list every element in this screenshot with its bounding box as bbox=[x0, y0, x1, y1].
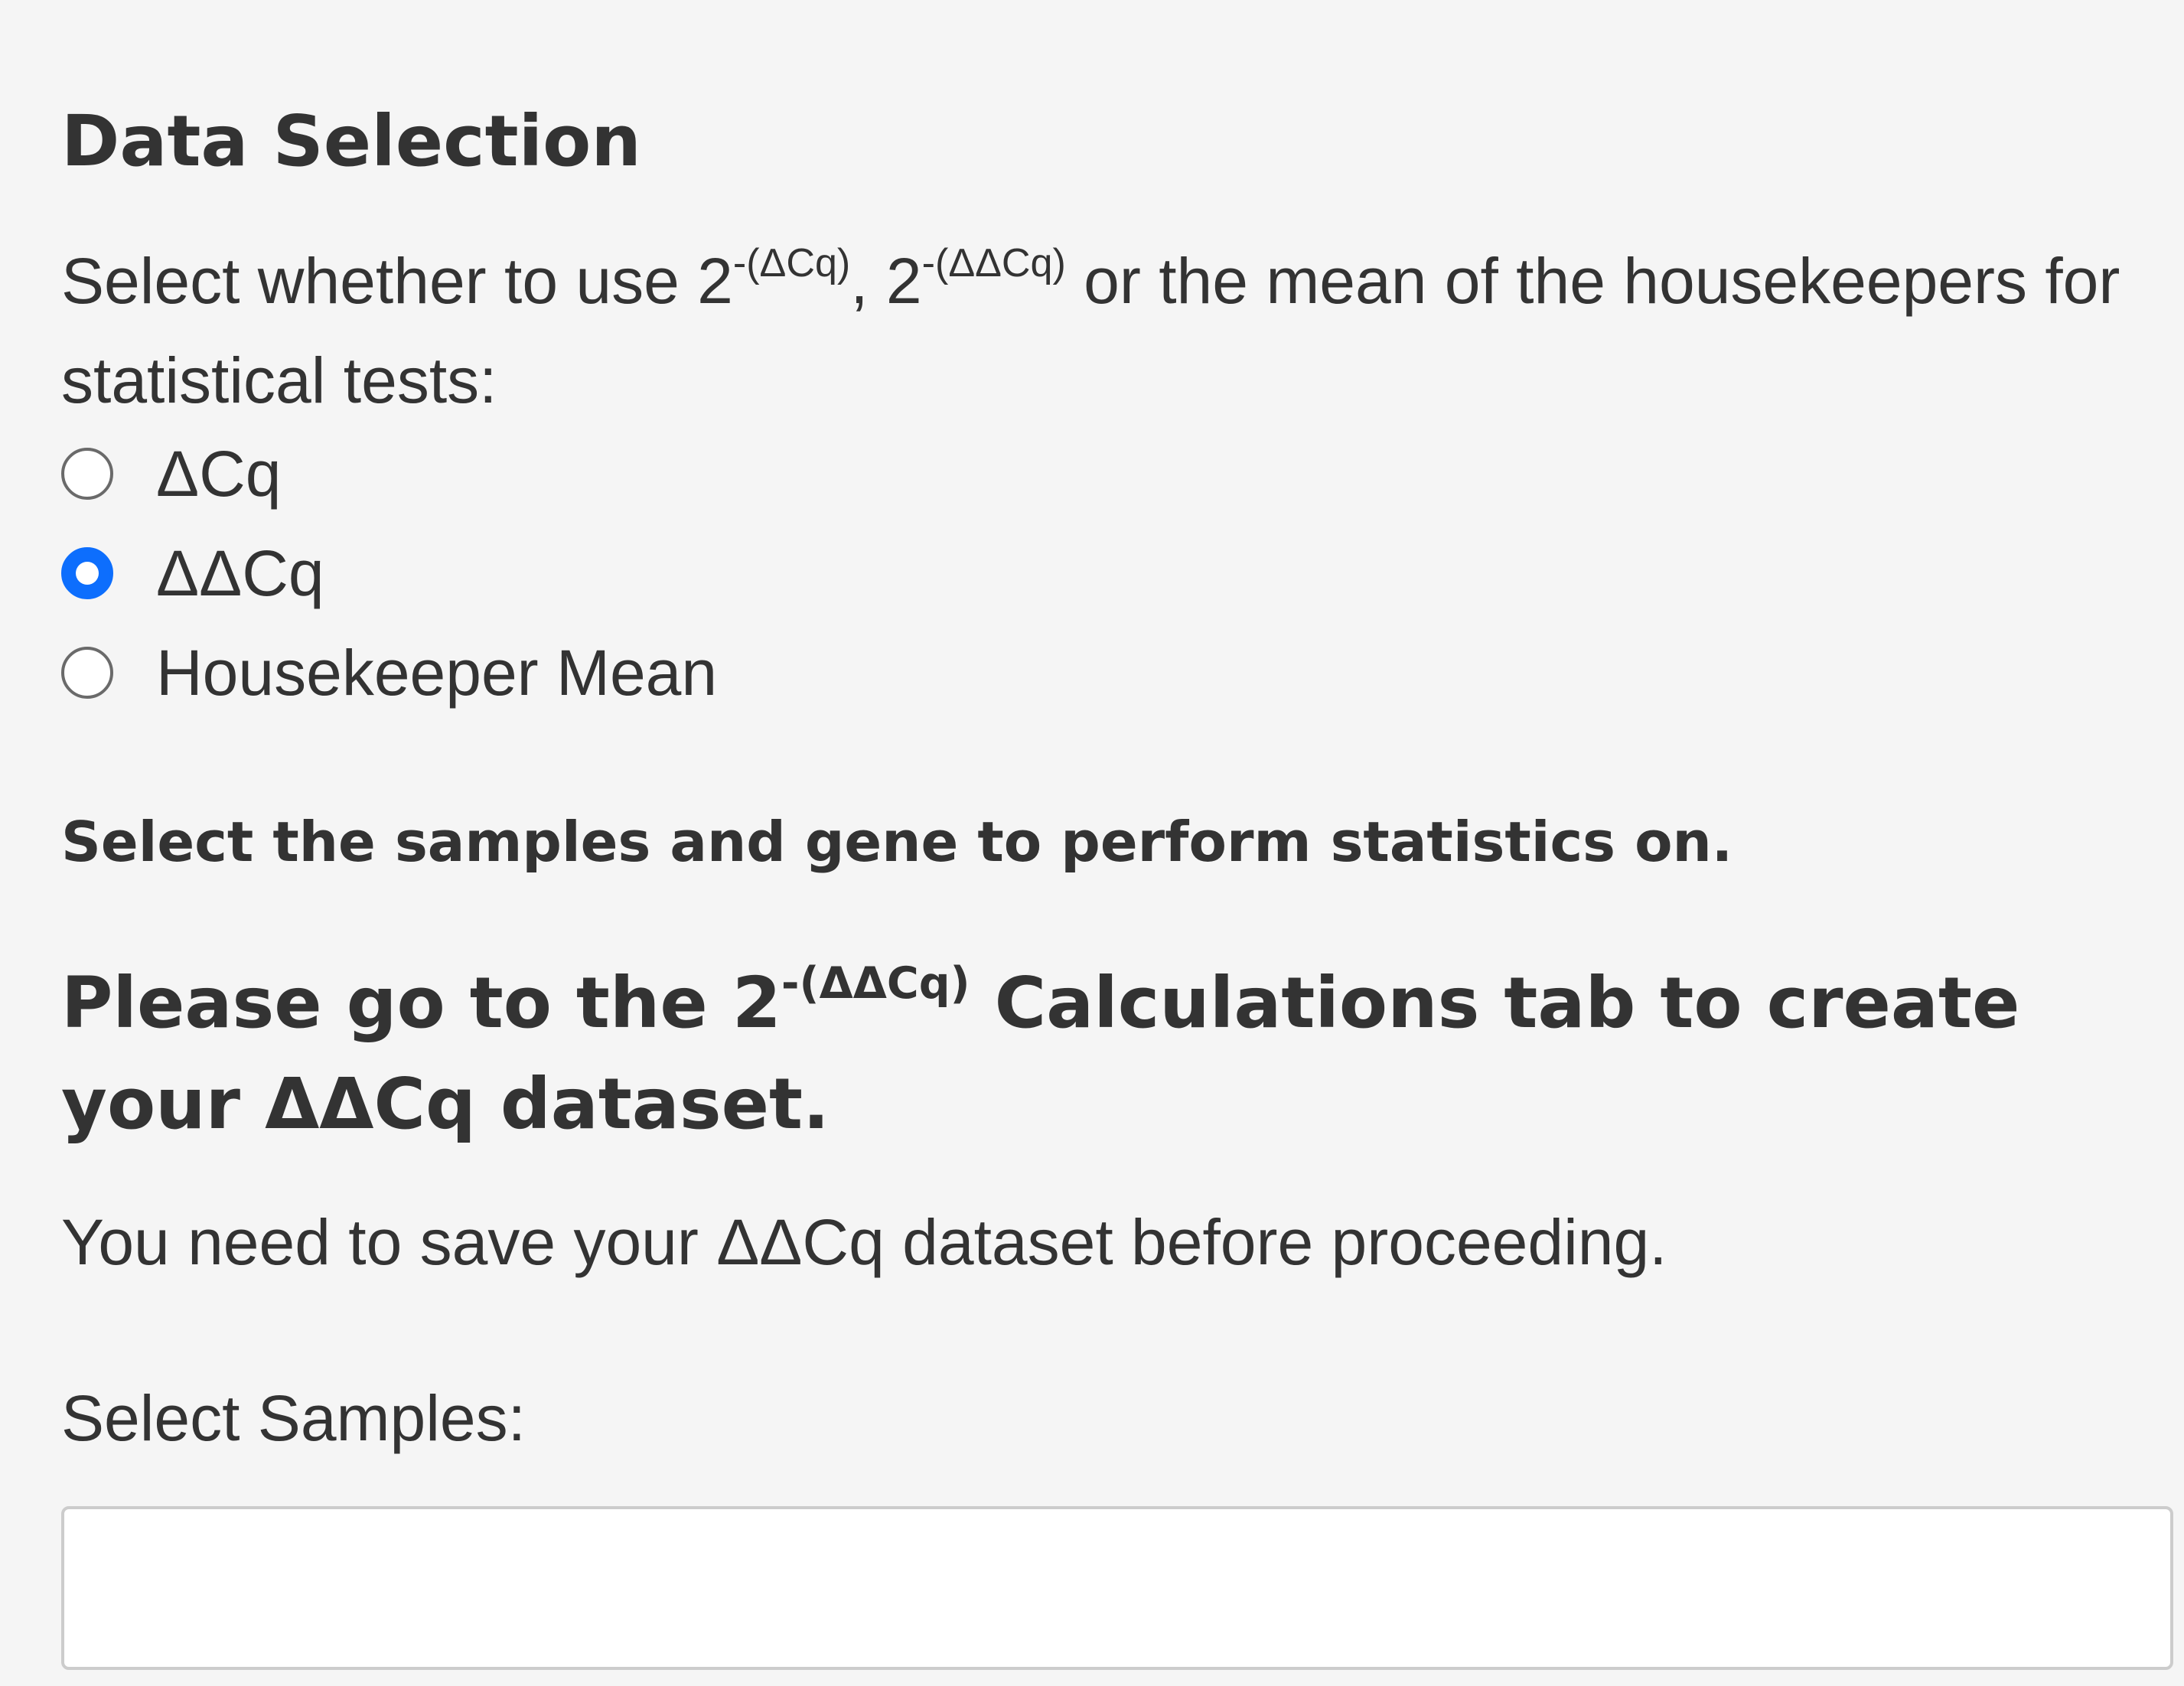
radio-option-housekeeper-mean[interactable]: Housekeeper Mean bbox=[61, 623, 717, 722]
description-text-middle: , 2 bbox=[850, 245, 922, 317]
data-type-radio-group: ΔCq ΔΔCq Housekeeper Mean bbox=[61, 424, 717, 722]
warning-superscript: -(ΔΔCq) bbox=[781, 957, 970, 1009]
radio-button-ddcq[interactable] bbox=[61, 547, 113, 599]
radio-option-dcq[interactable]: ΔCq bbox=[61, 424, 717, 523]
data-type-description: Select whether to use 2-(ΔCq), 2-(ΔΔCq) … bbox=[61, 231, 2158, 430]
radio-label-housekeeper-mean: Housekeeper Mean bbox=[156, 636, 718, 709]
warning-text-start: Please go to the 2 bbox=[61, 962, 781, 1044]
radio-option-ddcq[interactable]: ΔΔCq bbox=[61, 523, 717, 623]
save-dataset-note: You need to save your ΔΔCq dataset befor… bbox=[61, 1206, 1667, 1278]
dataset-warning-heading: Please go to the 2-(ΔΔCq) Calculations t… bbox=[61, 953, 2173, 1155]
description-superscript-dcq: -(ΔCq) bbox=[732, 240, 851, 285]
radio-label-ddcq: ΔΔCq bbox=[156, 536, 324, 609]
section-title: Data Selection bbox=[61, 100, 641, 182]
radio-label-dcq: ΔCq bbox=[156, 437, 282, 510]
radio-button-dcq[interactable] bbox=[61, 448, 113, 500]
description-text-start: Select whether to use 2 bbox=[61, 245, 733, 317]
select-samples-label: Select Samples: bbox=[61, 1382, 526, 1454]
select-samples-input[interactable] bbox=[61, 1506, 2173, 1670]
radio-button-housekeeper-mean[interactable] bbox=[61, 647, 113, 699]
statistics-instruction: Select the samples and gene to perform s… bbox=[61, 810, 1733, 874]
description-superscript-ddcq: -(ΔΔCq) bbox=[921, 240, 1066, 285]
